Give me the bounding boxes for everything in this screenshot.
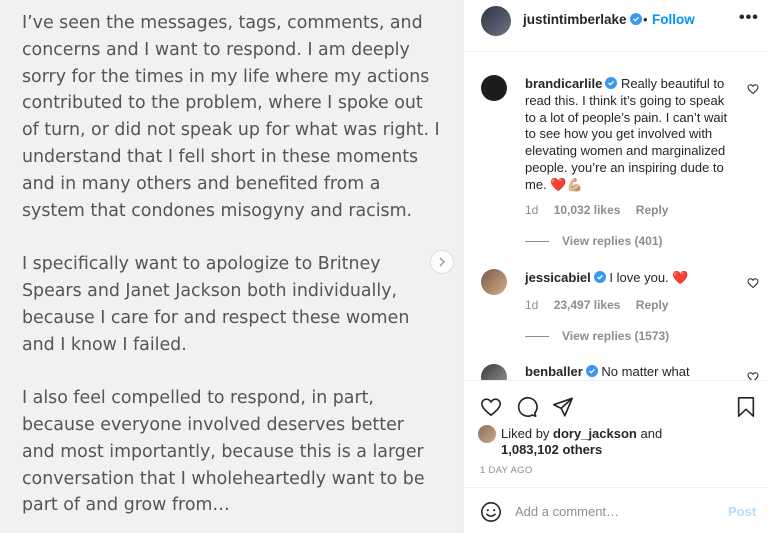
likes-count[interactable]: 1,083,102 others	[501, 442, 602, 457]
chevron-right-icon	[439, 257, 445, 267]
post-paragraph-1: I’ve seen the messages, tags, comments, …	[22, 13, 440, 221]
post-timestamp[interactable]: 1 DAY AGO	[480, 465, 533, 476]
commenter-username[interactable]: jessicabiel	[525, 270, 591, 285]
comment-body: brandicarlile Really beautiful to read t…	[525, 76, 735, 194]
verified-badge-icon	[593, 271, 606, 283]
comment-likes[interactable]: 23,497 likes	[554, 298, 621, 312]
share-send-icon[interactable]	[552, 396, 574, 418]
liked-by-conjunction: and	[640, 426, 663, 441]
verified-badge-icon	[585, 365, 598, 377]
comment-likes[interactable]: 10,032 likes	[554, 203, 621, 217]
comment-text: No matter what	[601, 364, 690, 379]
post-sidebar: justintimberlake • Follow ••• brandicarl…	[463, 0, 768, 533]
post-text: I’ve seen the messages, tags, comments, …	[22, 10, 442, 533]
follow-button[interactable]: Follow	[652, 12, 695, 27]
next-slide-button[interactable]	[430, 250, 454, 274]
post-paragraph-3: I also feel compelled to respond, in par…	[22, 388, 425, 516]
liked-by-line: Liked by dory_jackson and	[501, 426, 662, 441]
save-bookmark-icon[interactable]	[736, 396, 756, 418]
author-username-text[interactable]: justintimberlake	[523, 12, 627, 27]
comment-meta: 1d 10,032 likes Reply	[525, 203, 680, 217]
like-heart-icon[interactable]	[480, 396, 502, 418]
action-bar	[464, 380, 768, 426]
commenter-avatar[interactable]	[481, 75, 507, 101]
view-replies-label[interactable]: View replies (1573)	[562, 329, 669, 343]
view-replies-button[interactable]: View replies (1573)	[525, 329, 669, 343]
author-username[interactable]: justintimberlake	[523, 12, 642, 27]
comment-text: Really beautiful to read this. I think i…	[525, 76, 728, 192]
comment-bubble-icon[interactable]	[516, 396, 538, 418]
commenter-avatar[interactable]	[481, 364, 507, 380]
post-paragraph-2: I specifically want to apologize to Brit…	[22, 254, 410, 355]
comment-input[interactable]	[515, 500, 715, 522]
view-replies-label[interactable]: View replies (401)	[562, 234, 663, 248]
comment-meta: 1d 23,497 likes Reply	[525, 298, 680, 312]
verified-badge-icon	[605, 77, 618, 89]
post-header: justintimberlake • Follow •••	[464, 0, 768, 52]
comment-body: jessicabiel I love you. ❤️	[525, 270, 735, 287]
heart-icon[interactable]	[747, 371, 759, 380]
liker-avatar[interactable]	[478, 425, 496, 443]
liker-username[interactable]: dory_jackson	[553, 426, 637, 441]
comment-text: I love you. ❤️	[609, 270, 689, 285]
reply-button[interactable]: Reply	[636, 203, 669, 217]
comments-list[interactable]: brandicarlile Really beautiful to read t…	[464, 53, 768, 380]
commenter-username[interactable]: benballer	[525, 364, 583, 379]
author-avatar[interactable]	[481, 6, 511, 36]
verified-badge-icon	[629, 13, 642, 25]
replies-divider	[525, 241, 549, 243]
liked-by-prefix: Liked by	[501, 426, 550, 441]
more-options-icon[interactable]: •••	[739, 9, 759, 27]
post-comment-button[interactable]: Post	[728, 504, 756, 519]
replies-divider	[525, 336, 549, 338]
commenter-username[interactable]: brandicarlile	[525, 76, 602, 91]
heart-icon[interactable]	[747, 83, 759, 95]
comment-age: 1d	[525, 298, 539, 312]
emoji-smiley-icon[interactable]	[480, 501, 502, 523]
view-replies-button[interactable]: View replies (401)	[525, 234, 663, 248]
heart-icon[interactable]	[747, 277, 759, 289]
reply-button[interactable]: Reply	[636, 298, 669, 312]
comment-age: 1d	[525, 203, 539, 217]
comment-body: benballer No matter what	[525, 364, 735, 380]
post-image: I’ve seen the messages, tags, comments, …	[0, 0, 463, 533]
header-separator: •	[643, 12, 648, 27]
add-comment-bar: Post	[464, 487, 768, 533]
commenter-avatar[interactable]	[481, 269, 507, 295]
